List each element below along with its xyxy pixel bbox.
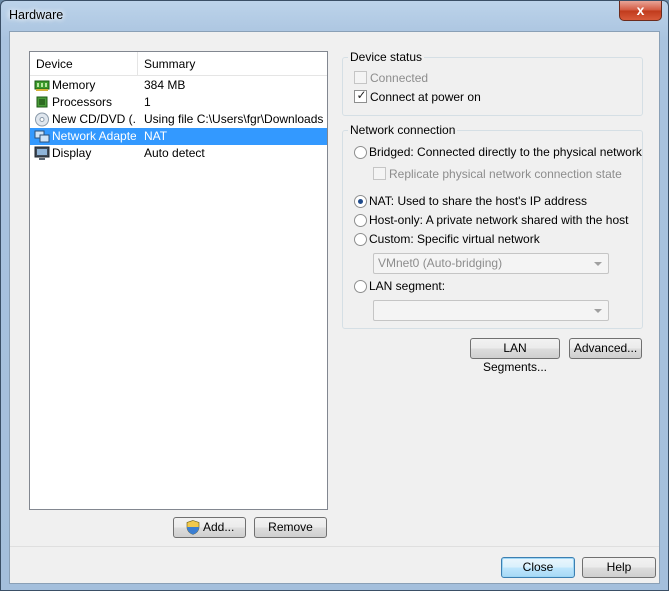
lan-segment-radio[interactable] [354, 280, 367, 293]
network-connection-group: Network connection Bridged: Connected di… [342, 123, 643, 329]
list-header: Device Summary [30, 52, 327, 76]
device-summary: NAT [144, 129, 168, 143]
bridged-radio[interactable] [354, 146, 367, 159]
device-name: Processors [52, 95, 113, 109]
remove-button[interactable]: Remove [254, 517, 327, 538]
window-close-button[interactable]: x [619, 1, 662, 21]
list-item-processors[interactable]: Processors 1 [30, 94, 327, 111]
connect-at-power-on-label: Connect at power on [370, 90, 481, 104]
device-status-group: Device status Connected ✓ Connect at pow… [342, 50, 643, 116]
advanced-button-label: Advanced... [573, 341, 638, 355]
connected-checkbox[interactable] [354, 71, 367, 84]
column-header-device[interactable]: Device [30, 52, 138, 76]
device-summary: Auto detect [144, 146, 205, 160]
bridged-label: Bridged: Connected directly to the physi… [369, 145, 642, 159]
network-connection-label: Network connection [348, 123, 458, 137]
lan-segments-button-label: LAN Segments... [482, 341, 548, 374]
host-only-radio[interactable] [354, 214, 367, 227]
close-button-label: Close [522, 560, 554, 574]
display-icon [34, 146, 50, 160]
chevron-down-icon [594, 262, 602, 266]
nat-label: NAT: Used to share the host's IP address [369, 194, 587, 208]
hardware-dialog: Hardware x Device Summary Memory 384 MB [0, 0, 669, 591]
checkmark-icon: ✓ [356, 88, 367, 102]
network-adapter-icon [34, 130, 50, 143]
lan-segment-label: LAN segment: [369, 279, 446, 293]
title-bar[interactable]: Hardware x [1, 1, 668, 31]
help-button[interactable]: Help [582, 557, 656, 578]
custom-network-value: VMnet0 (Auto-bridging) [378, 256, 503, 270]
dialog-body: Device Summary Memory 384 MB Processors [9, 31, 660, 584]
connected-label: Connected [370, 71, 429, 85]
add-button-label: Add... [203, 520, 235, 534]
replicate-state-checkbox[interactable] [373, 167, 386, 180]
device-list[interactable]: Device Summary Memory 384 MB Processors [29, 51, 328, 510]
device-summary: 384 MB [144, 78, 186, 92]
device-name: New CD/DVD (... [52, 112, 136, 126]
advanced-button[interactable]: Advanced... [569, 338, 642, 359]
nat-radio[interactable] [354, 195, 367, 208]
connect-at-power-on-checkbox[interactable]: ✓ [354, 88, 367, 103]
remove-button-label: Remove [268, 520, 313, 534]
column-header-summary[interactable]: Summary [138, 52, 328, 76]
memory-icon [34, 80, 50, 91]
custom-network-dropdown[interactable]: VMnet0 (Auto-bridging) [373, 253, 609, 274]
close-icon: x [636, 2, 645, 18]
device-summary: 1 [144, 95, 151, 109]
list-item-network-adapter[interactable]: Network Adapter NAT [30, 128, 327, 145]
device-summary: Using file C:\Users\fgr\Downloads... [144, 112, 324, 126]
footer-divider [10, 546, 659, 547]
add-button[interactable]: Add... [173, 517, 246, 538]
close-button[interactable]: Close [501, 557, 575, 578]
lan-segment-dropdown[interactable] [373, 300, 609, 321]
custom-label: Custom: Specific virtual network [369, 232, 540, 246]
list-item-cd-dvd[interactable]: New CD/DVD (... Using file C:\Users\fgr\… [30, 111, 327, 128]
processor-icon [36, 96, 48, 108]
device-status-label: Device status [348, 50, 425, 64]
list-item-display[interactable]: Display Auto detect [30, 145, 327, 162]
shield-icon [186, 520, 200, 535]
chevron-down-icon [594, 309, 602, 313]
lan-segments-button[interactable]: LAN Segments... [470, 338, 560, 374]
device-name: Display [52, 146, 92, 160]
replicate-state-label: Replicate physical network connection st… [389, 167, 622, 181]
custom-radio[interactable] [354, 233, 367, 246]
device-name: Network Adapter [52, 129, 136, 143]
host-only-label: Host-only: A private network shared with… [369, 213, 629, 227]
cd-dvd-icon [35, 112, 49, 127]
device-name: Memory [52, 78, 96, 92]
window-title: Hardware [9, 8, 64, 22]
list-item-memory[interactable]: Memory 384 MB [30, 77, 327, 94]
radio-selected-dot [358, 199, 363, 204]
help-button-label: Help [606, 560, 632, 574]
